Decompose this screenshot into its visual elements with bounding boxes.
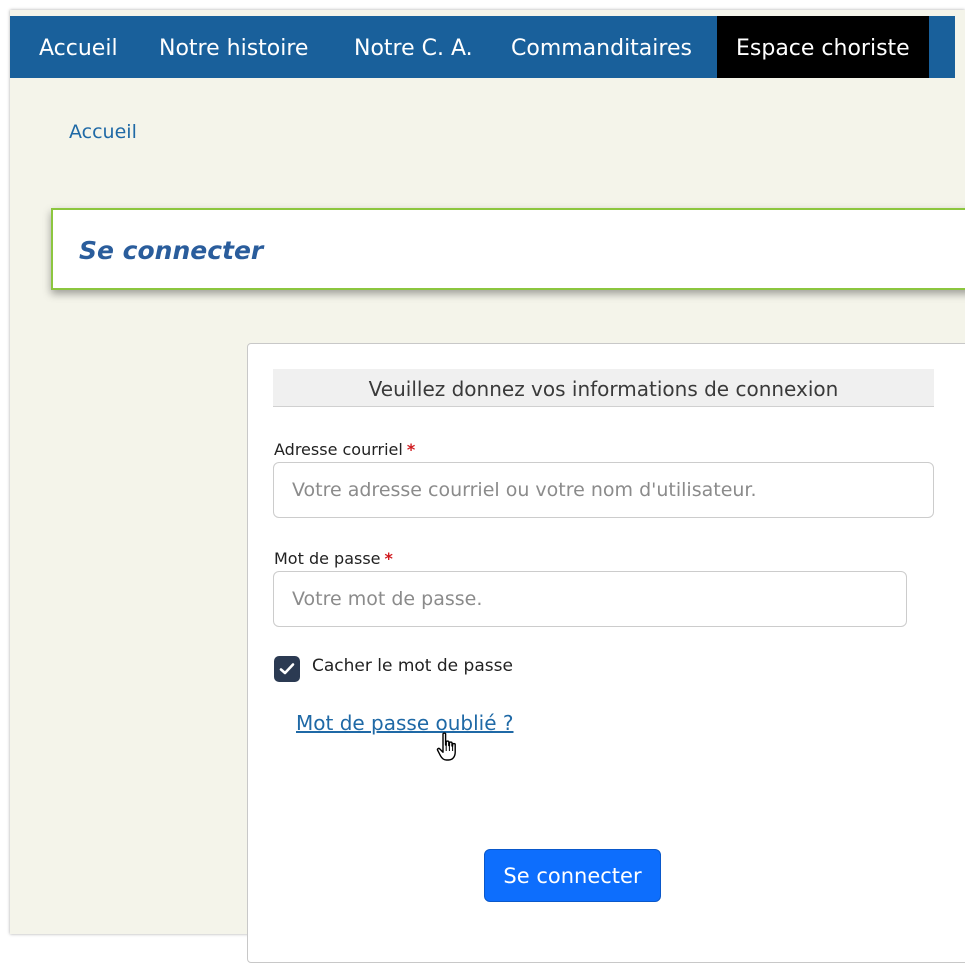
forgot-password-link[interactable]: Mot de passe oublié ? <box>296 711 514 735</box>
page-title: Se connecter <box>79 236 264 265</box>
hide-password-label[interactable]: Cacher le mot de passe <box>312 656 513 676</box>
password-input[interactable] <box>273 571 907 627</box>
checkmark-icon <box>279 663 295 675</box>
breadcrumb-home-link[interactable]: Accueil <box>69 121 137 143</box>
hide-password-checkbox[interactable] <box>274 656 300 682</box>
nav-item-accueil[interactable]: Accueil <box>20 16 137 78</box>
page-title-box: Se connecter <box>51 208 965 290</box>
nav-item-espace-choriste[interactable]: Espace choriste <box>717 16 929 78</box>
nav-item-commanditaires[interactable]: Commanditaires <box>492 16 711 78</box>
email-input[interactable] <box>273 462 934 518</box>
password-label-text: Mot de passe <box>274 549 381 568</box>
nav-item-notre-ca[interactable]: Notre C. A. <box>335 16 492 78</box>
email-required-mark: * <box>406 440 416 459</box>
login-submit-button[interactable]: Se connecter <box>484 849 661 902</box>
email-label: Adresse courriel * <box>274 440 415 459</box>
password-label: Mot de passe * <box>274 549 393 568</box>
nav-item-notre-histoire[interactable]: Notre histoire <box>140 16 327 78</box>
form-legend: Veuillez donnez vos informations de conn… <box>273 369 934 407</box>
main-navigation: Accueil Notre histoire Notre C. A. Comma… <box>10 16 955 78</box>
email-label-text: Adresse courriel <box>274 440 403 459</box>
password-required-mark: * <box>384 549 393 568</box>
hand-pointer-cursor-icon <box>436 732 456 761</box>
